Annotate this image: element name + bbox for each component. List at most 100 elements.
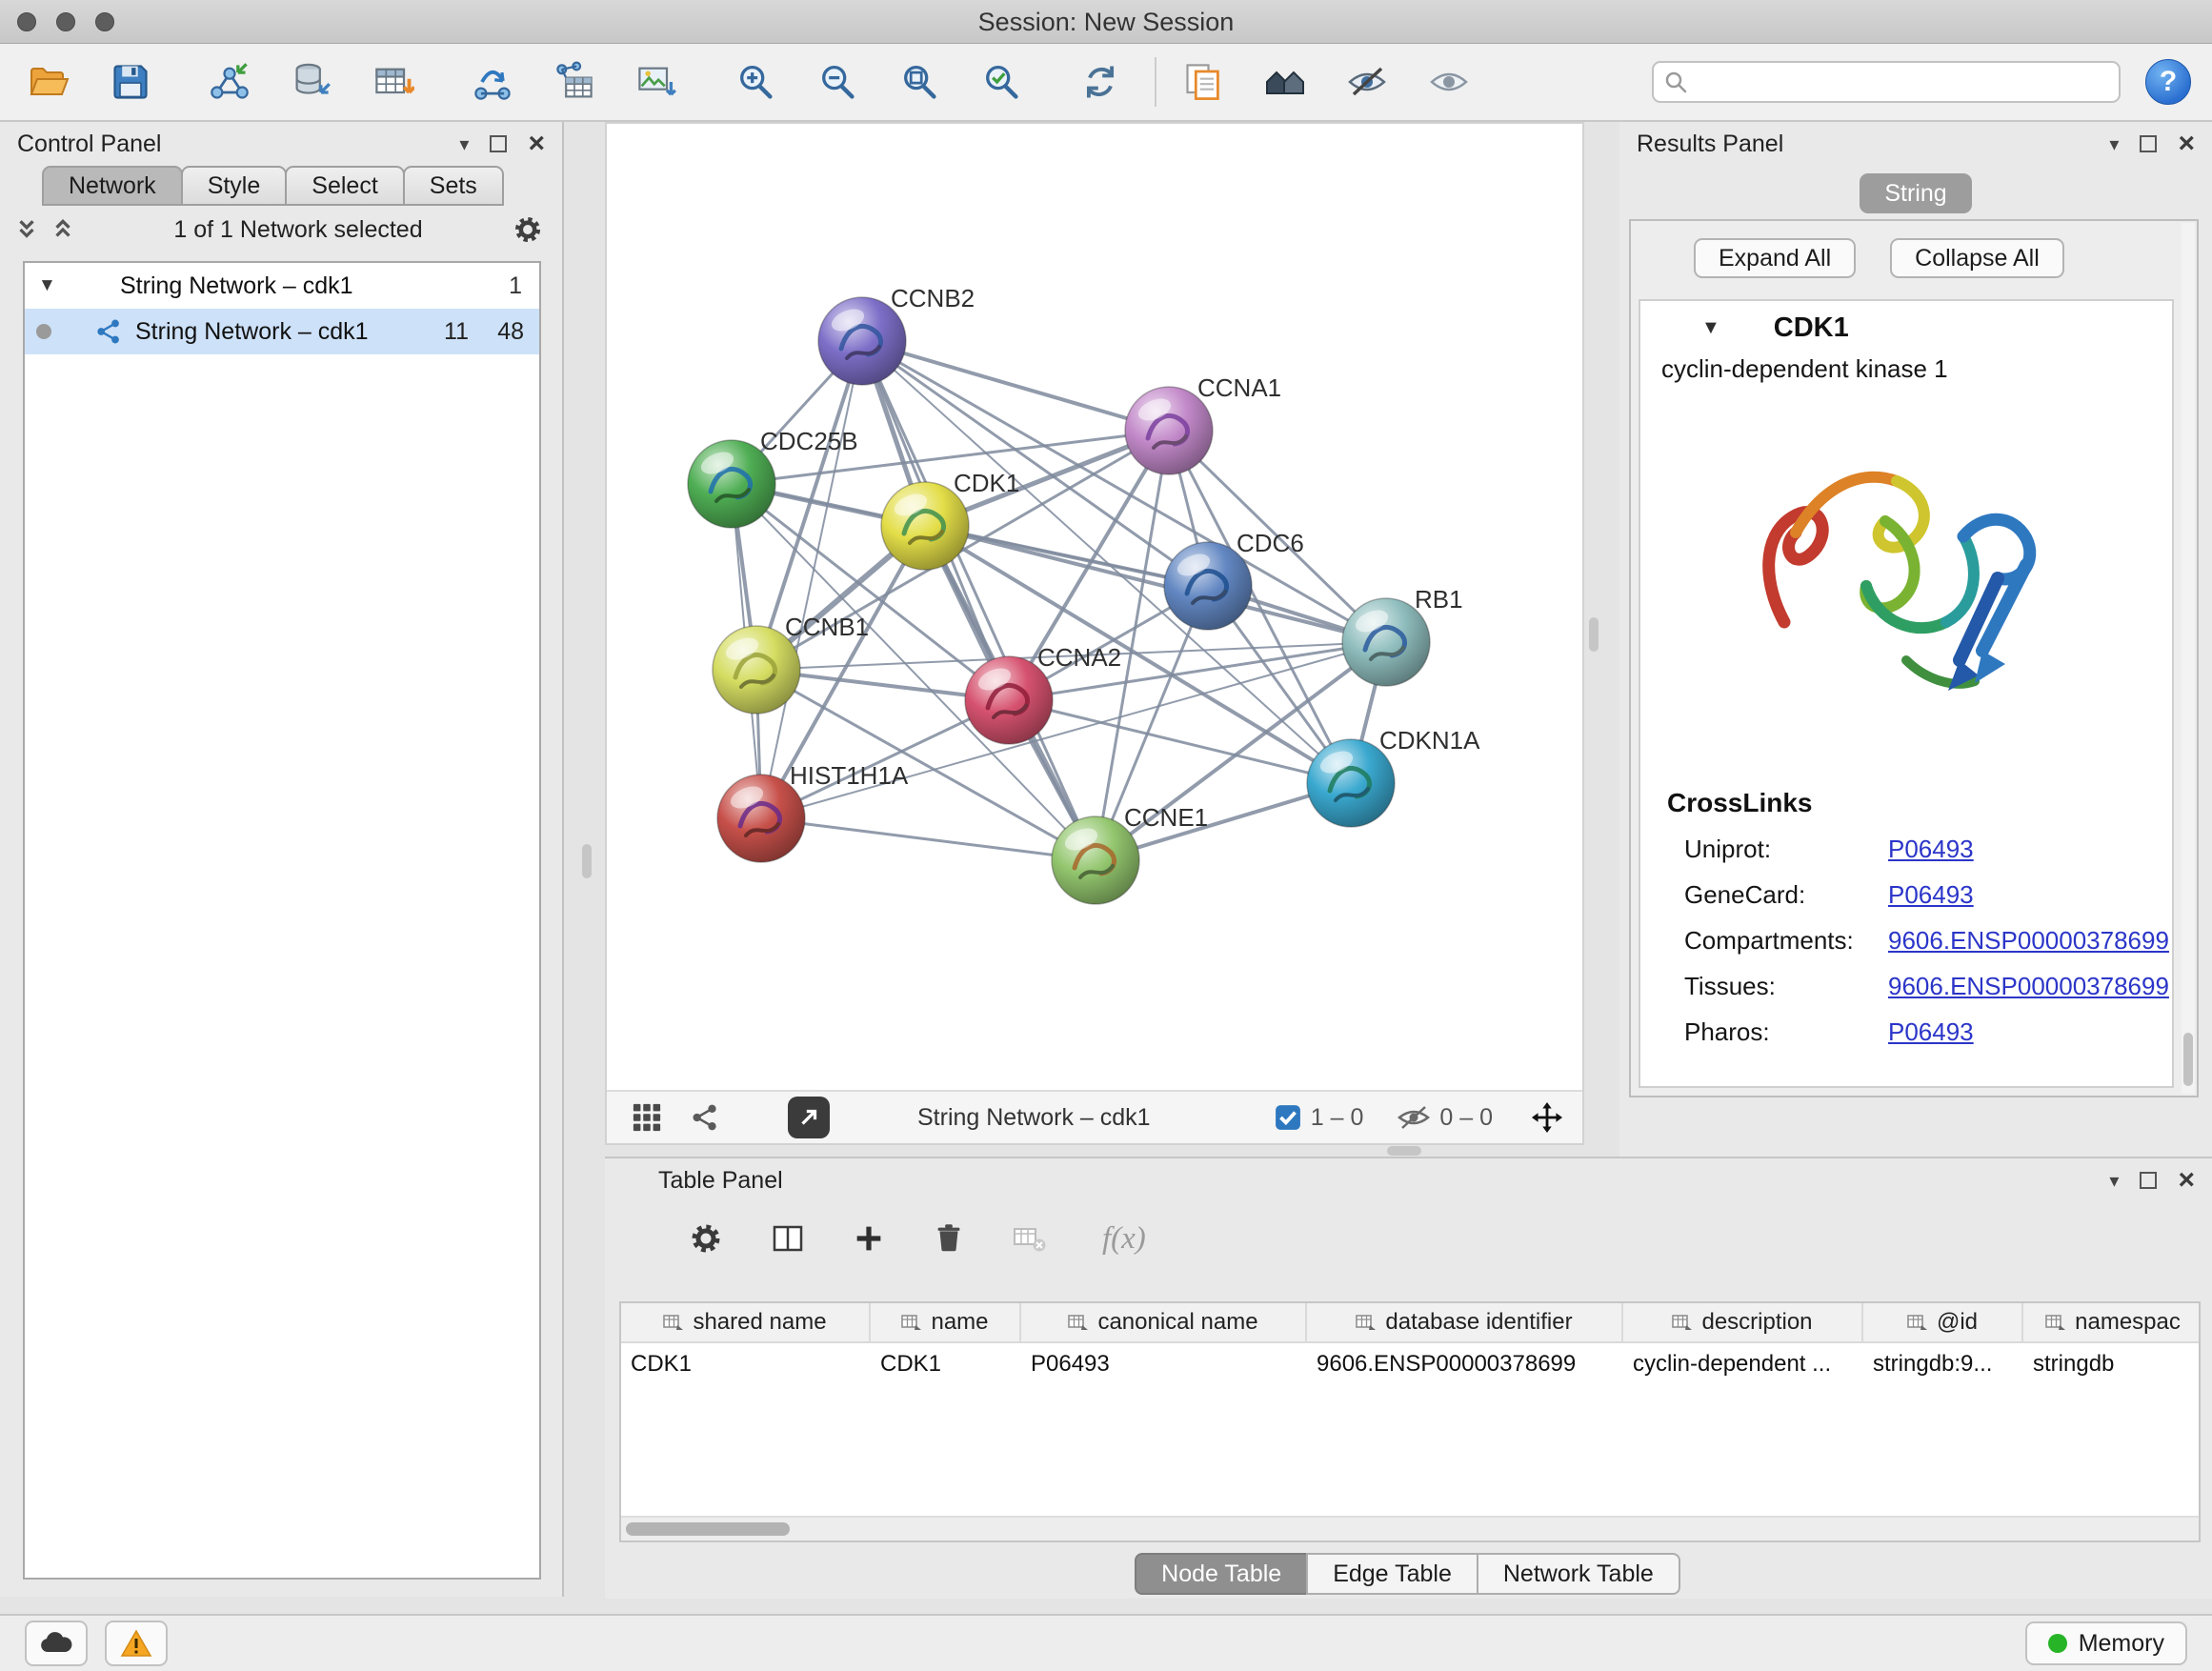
panel-menu-icon[interactable]: ▾ — [2109, 132, 2119, 156]
column-header-@id[interactable]: @id — [1863, 1303, 2023, 1341]
export-table-button[interactable] — [547, 52, 602, 111]
crosslink-link[interactable]: P06493 — [1888, 835, 1974, 864]
tab-style[interactable]: Style — [181, 166, 288, 206]
import-network-database-button[interactable] — [284, 52, 339, 111]
zoom-fit-button[interactable] — [892, 52, 947, 111]
column-header-database-identifier[interactable]: database identifier — [1307, 1303, 1623, 1341]
network-row-selected[interactable]: String Network – cdk1 11 48 — [25, 309, 539, 354]
tab-sets[interactable]: Sets — [403, 166, 504, 206]
cloud-button[interactable] — [25, 1621, 88, 1666]
zoom-window-button[interactable] — [95, 12, 114, 31]
import-network-file-button[interactable] — [202, 52, 257, 111]
eye-slash-small-icon[interactable] — [1398, 1104, 1430, 1131]
share-network-button[interactable] — [691, 1103, 719, 1132]
search-input[interactable] — [1696, 69, 2109, 95]
birdseye-toggle-button[interactable] — [632, 1102, 662, 1133]
panel-float-icon[interactable] — [2140, 135, 2157, 152]
network-options-button[interactable] — [509, 211, 547, 249]
table-settings-button[interactable] — [687, 1219, 725, 1258]
export-network-icon — [472, 61, 513, 103]
show-columns-button[interactable] — [769, 1219, 807, 1258]
tab-edge-table[interactable]: Edge Table — [1306, 1553, 1478, 1595]
results-scrollbar[interactable] — [2182, 223, 2195, 1094]
minimize-window-button[interactable] — [56, 12, 75, 31]
create-column-button[interactable] — [851, 1220, 887, 1257]
collapse-all-button[interactable]: Collapse All — [1890, 238, 2064, 278]
panel-menu-icon[interactable]: ▾ — [459, 132, 469, 156]
panel-close-icon[interactable]: × — [2178, 1172, 2195, 1189]
crosslink-link[interactable]: 9606.ENSP00000378699 — [1888, 926, 2169, 956]
save-session-button[interactable] — [103, 52, 158, 111]
column-header-shared-name[interactable]: shared name — [621, 1303, 871, 1341]
expand-all-icon[interactable] — [51, 217, 74, 242]
panel-float-icon[interactable] — [490, 135, 507, 152]
zoom-out-button[interactable] — [810, 52, 865, 111]
close-window-button[interactable] — [17, 12, 36, 31]
column-header-name[interactable]: name — [871, 1303, 1021, 1341]
network-collection-row[interactable]: ▼ String Network – cdk1 1 — [25, 263, 539, 309]
import-table-button[interactable] — [366, 52, 421, 111]
apply-layout-button[interactable] — [1073, 52, 1128, 111]
tab-string[interactable]: String — [1860, 173, 1972, 213]
pan-button[interactable] — [1531, 1101, 1563, 1134]
bottom-splitter-handle[interactable] — [1387, 1146, 1421, 1156]
network-canvas[interactable]: CCNB2CCNA1CDC25BCDK1CDC6RB1CCNB1CCNA2CDK… — [607, 124, 1582, 1090]
warnings-button[interactable] — [105, 1621, 168, 1666]
table-cell[interactable]: stringdb — [2023, 1343, 2201, 1385]
expand-all-button[interactable]: Expand All — [1694, 238, 1856, 278]
export-image-button[interactable] — [629, 52, 684, 111]
gene-section-header[interactable]: ▼ CDK1 — [1640, 301, 2172, 354]
panel-close-icon[interactable]: × — [528, 135, 545, 152]
edge-CCNB2-HIST1H1A[interactable] — [761, 341, 862, 818]
collapse-all-icon[interactable] — [15, 217, 38, 242]
crosslink-link[interactable]: 9606.ENSP00000378699 — [1888, 972, 2169, 1001]
column-header-canonical-name[interactable]: canonical name — [1021, 1303, 1307, 1341]
column-header-namespac[interactable]: namespac — [2023, 1303, 2201, 1341]
crosslink-link[interactable]: P06493 — [1888, 880, 1974, 910]
section-collapse-icon[interactable]: ▼ — [1701, 317, 1720, 339]
table-cell[interactable]: stringdb:9... — [1863, 1343, 2023, 1385]
tab-network[interactable]: Network — [42, 166, 183, 206]
collapse-triangle-icon[interactable]: ▼ — [38, 275, 67, 296]
crosslink-link[interactable]: P06493 — [1888, 1017, 1974, 1047]
table-hscrollbar[interactable] — [621, 1516, 2199, 1540]
edge-CCNB2-CCNA1[interactable] — [862, 341, 1169, 431]
network-view-title: String Network – cdk1 — [917, 1104, 1151, 1132]
edge-CDK1-RB1[interactable] — [925, 526, 1386, 642]
table-panel-title: Table Panel — [658, 1167, 783, 1195]
left-splitter-handle[interactable] — [582, 844, 592, 878]
results-scrollbar-thumb[interactable] — [2183, 1033, 2193, 1086]
export-network-button[interactable] — [465, 52, 520, 111]
panel-float-icon[interactable] — [2140, 1172, 2157, 1189]
show-all-button[interactable] — [1421, 52, 1477, 111]
column-header-label: name — [931, 1309, 988, 1336]
tab-node-table[interactable]: Node Table — [1135, 1553, 1308, 1595]
import-network-icon — [209, 61, 251, 103]
tab-select[interactable]: Select — [285, 166, 404, 206]
zoom-in-button[interactable] — [728, 52, 783, 111]
hide-selected-button[interactable] — [1339, 52, 1395, 111]
table-row[interactable]: CDK1CDK1P064939606.ENSP00000378699cyclin… — [621, 1343, 2199, 1385]
checkbox-icon[interactable] — [1275, 1104, 1301, 1131]
help-button[interactable]: ? — [2145, 59, 2191, 105]
table-hscrollbar-thumb[interactable] — [626, 1522, 790, 1536]
open-session-button[interactable] — [21, 52, 76, 111]
panel-menu-icon[interactable]: ▾ — [2109, 1169, 2119, 1193]
panel-close-icon[interactable]: × — [2178, 135, 2195, 152]
table-cell[interactable]: P06493 — [1021, 1343, 1307, 1385]
table-cell[interactable]: cyclin-dependent ... — [1623, 1343, 1863, 1385]
zoom-selected-button[interactable] — [974, 52, 1029, 111]
table-cell[interactable]: 9606.ENSP00000378699 — [1307, 1343, 1623, 1385]
table-cell[interactable]: CDK1 — [621, 1343, 871, 1385]
copy-document-button[interactable] — [1176, 52, 1231, 111]
tab-network-table[interactable]: Network Table — [1477, 1553, 1680, 1595]
memory-button[interactable]: Memory — [2025, 1621, 2187, 1665]
first-neighbors-button[interactable] — [1257, 52, 1313, 111]
delete-column-button[interactable] — [931, 1220, 967, 1257]
table-cell[interactable]: CDK1 — [871, 1343, 1021, 1385]
column-header-description[interactable]: description — [1623, 1303, 1863, 1341]
function-builder-button[interactable]: f(x) — [1102, 1221, 1146, 1257]
edge-HIST1H1A-CCNE1[interactable] — [761, 818, 1096, 860]
open-view-button[interactable] — [788, 1097, 830, 1138]
right-splitter-handle[interactable] — [1589, 617, 1599, 652]
